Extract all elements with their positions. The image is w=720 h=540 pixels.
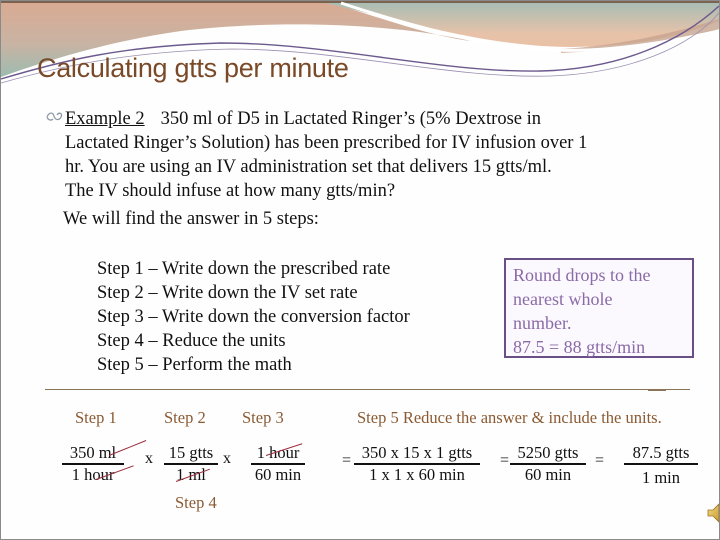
denominator: 1 x 1 x 60 min — [369, 465, 465, 484]
section-divider — [45, 389, 690, 390]
calc-step5-label: Step 5 Reduce the answer & include the u… — [357, 408, 662, 427]
step-item: Step 3 – Write down the conversion facto… — [97, 307, 410, 327]
denominator: 1 min — [641, 468, 681, 487]
times-operator: x — [223, 450, 231, 467]
calc-step1-label: Step 1 — [75, 408, 117, 427]
fraction-product: 5250 gtts 60 min — [510, 443, 586, 485]
fraction-prescribed-rate: 350 ml 1 hour — [62, 443, 124, 485]
denominator: 1 hour — [71, 465, 115, 484]
numerator: 350 ml — [62, 443, 124, 465]
fraction-combined: 350 x 15 x 1 gtts 1 x 1 x 60 min — [354, 443, 480, 485]
equals-operator: = — [342, 452, 352, 469]
denominator: 60 min — [254, 465, 302, 484]
step-item: Step 5 – Perform the math — [97, 355, 292, 375]
equals-operator: = — [595, 452, 605, 469]
equals-operator: = — [500, 452, 510, 469]
problem-line-4: The IV should infuse at how many gtts/mi… — [65, 181, 396, 201]
speaker-icon[interactable] — [706, 501, 720, 525]
numerator: 5250 gtts — [510, 443, 586, 465]
slide-title: Calculating gtts per minute — [37, 53, 349, 83]
rounding-note-result: 87.5 = 88 gtts/min — [513, 337, 646, 357]
intro-text: We will find the answer in 5 steps: — [63, 209, 319, 229]
calc-step3-label: Step 3 — [242, 408, 284, 427]
numerator: 87.5 gtts — [624, 443, 698, 465]
calc-step4-label: Step 4 — [175, 493, 217, 512]
problem-line-2: Lactated Ringer’s Solution) has been pre… — [65, 133, 588, 153]
fraction-conversion-factor: 1 hour 60 min — [251, 443, 305, 485]
rounding-note-box: Round drops to the nearest whole number.… — [504, 258, 694, 358]
rounding-note-line: number. — [513, 313, 572, 333]
problem-statement: Example 2 350 ml of D5 in Lactated Ringer… — [65, 107, 695, 203]
problem-line-1: Example 2 350 ml of D5 in Lactated Ringer… — [65, 109, 542, 129]
slide: Calculating gtts per minute Example 2 350… — [0, 0, 720, 540]
step-item: Step 2 – Write down the IV set rate — [97, 283, 358, 303]
fraction-iv-set-rate: 15 gtts 1 ml — [164, 443, 218, 485]
times-operator: x — [145, 450, 153, 467]
example-label: Example 2 — [65, 109, 145, 129]
denominator: 60 min — [524, 465, 572, 484]
section-divider-tail — [648, 390, 666, 391]
fraction-result: 87.5 gtts 1 min — [624, 443, 698, 488]
step-item: Step 4 – Reduce the units — [97, 331, 286, 351]
step-item: Step 1 – Write down the prescribed rate — [97, 259, 391, 279]
rounding-note-line: Round drops to the — [513, 265, 651, 285]
curly-bullet-icon — [46, 112, 63, 121]
calc-step2-label: Step 2 — [164, 408, 206, 427]
rounding-note-line: nearest whole — [513, 289, 613, 309]
numerator: 15 gtts — [164, 443, 218, 465]
numerator: 1 hour — [251, 443, 305, 465]
problem-line-3: hr. You are using an IV administration s… — [65, 157, 552, 177]
numerator: 350 x 15 x 1 gtts — [354, 443, 480, 465]
steps-list: Step 1 – Write down the prescribed rate … — [97, 257, 410, 377]
